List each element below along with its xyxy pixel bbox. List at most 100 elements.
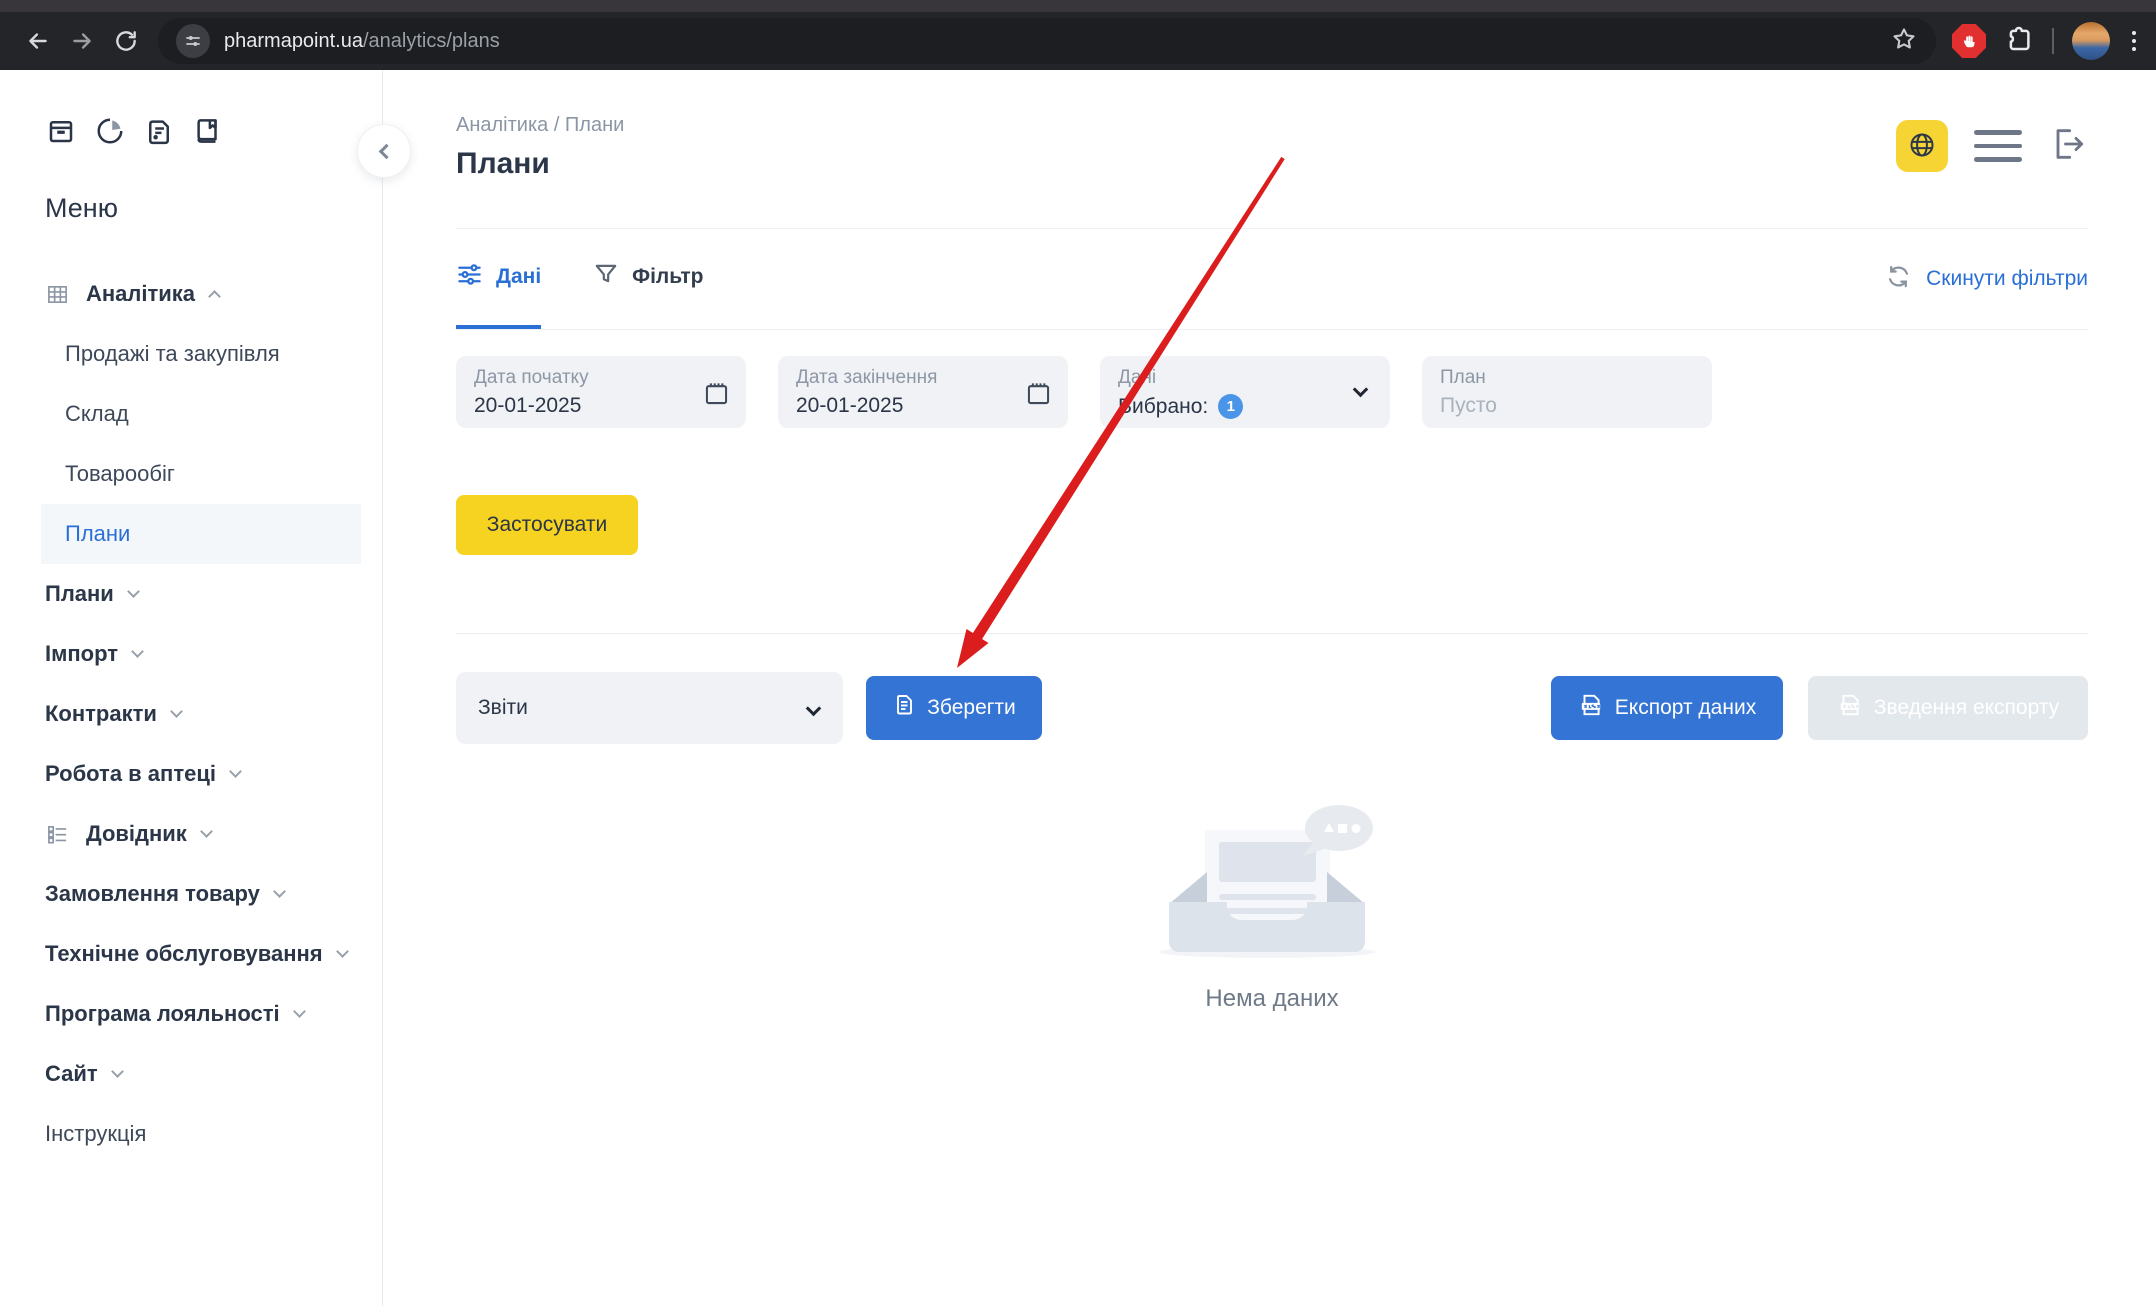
- profile-avatar[interactable]: [2072, 22, 2110, 60]
- chevron-down-icon: [273, 885, 286, 898]
- url-bar[interactable]: pharmapoint.ua/analytics/plans: [158, 18, 1936, 64]
- sidebar-item-turnover[interactable]: Товарообіг: [0, 444, 382, 504]
- sidebar-item-import[interactable]: Імпорт: [0, 624, 382, 684]
- save-button[interactable]: Зберегти: [866, 676, 1042, 740]
- sidebar-item-analytics[interactable]: Аналітика: [0, 264, 382, 324]
- sidebar-item-maintenance[interactable]: Технічне обслуговування: [0, 924, 382, 984]
- tab-label: Фільтр: [632, 265, 703, 289]
- sidebar-item-label: Товарообіг: [65, 461, 175, 487]
- sidebar-menu: Аналітика Продажі та закупівля Склад Тов…: [0, 264, 382, 1164]
- site-info-icon[interactable]: [176, 24, 210, 58]
- sidebar-item-instruction[interactable]: Інструкція: [0, 1104, 382, 1164]
- back-icon[interactable]: [16, 19, 60, 63]
- bookmark-star-icon[interactable]: [1890, 25, 1918, 58]
- sidebar-item-label: Плани: [45, 581, 114, 607]
- section-divider: [456, 633, 2088, 634]
- sidebar-item-label: Замовлення товару: [45, 881, 260, 907]
- breadcrumb: Аналітика / Плани: [456, 70, 2088, 137]
- reports-select-value: Звіти: [478, 696, 528, 720]
- sidebar-item-label: Аналітика: [86, 281, 195, 307]
- calendar-icon[interactable]: [1025, 380, 1052, 412]
- apply-button-label: Застосувати: [487, 513, 607, 537]
- empty-state-message: Нема даних: [1205, 985, 1338, 1013]
- sidebar-item-label: Сайт: [45, 1061, 98, 1087]
- reports-select[interactable]: Звіти: [456, 672, 843, 744]
- browser-menu-icon[interactable]: [2128, 27, 2140, 55]
- sidebar-item-label: Інструкція: [45, 1121, 146, 1147]
- reset-filters-label: Скинути фільтри: [1926, 267, 2088, 291]
- reset-filters-link[interactable]: Скинути фільтри: [1885, 263, 2088, 296]
- tab-data[interactable]: Дані: [456, 229, 541, 329]
- export-summary-label: Зведення експорту: [1874, 696, 2059, 720]
- page-header: Аналітика / Плани Плани: [456, 70, 2088, 229]
- field-placeholder: Пусто: [1440, 394, 1694, 418]
- browser-toolbar: pharmapoint.ua/analytics/plans: [0, 12, 2156, 70]
- export-button-label: Експорт даних: [1615, 696, 1756, 720]
- field-label: Дата початку: [474, 367, 728, 389]
- data-select-field[interactable]: Дані Вибрано: 1: [1100, 356, 1390, 428]
- extensions-puzzle-icon[interactable]: [2004, 24, 2034, 59]
- list-rows-icon: [45, 823, 69, 846]
- sidebar-item-warehouse[interactable]: Склад: [0, 384, 382, 444]
- logout-icon[interactable]: [2048, 124, 2088, 169]
- sidebar-item-directory[interactable]: Довідник: [0, 804, 382, 864]
- export-data-button[interactable]: Експорт даних: [1551, 676, 1783, 740]
- sidebar-item-label: Плани: [65, 521, 130, 547]
- sidebar-item-contracts[interactable]: Контракти: [0, 684, 382, 744]
- chevron-down-icon: [131, 645, 144, 658]
- toolbar-divider: [2052, 28, 2054, 54]
- field-label: План: [1440, 367, 1694, 389]
- chevron-down-icon: [127, 585, 140, 598]
- empty-state: Нема даних: [456, 802, 2088, 1013]
- sidebar-item-pharmacy-work[interactable]: Робота в аптеці: [0, 744, 382, 804]
- plan-field[interactable]: План Пусто: [1422, 356, 1712, 428]
- sidebar-item-label: Продажі та закупівля: [65, 341, 280, 367]
- sidebar-item-sales-purchases[interactable]: Продажі та закупівля: [0, 324, 382, 384]
- sidebar-item-site[interactable]: Сайт: [0, 1044, 382, 1104]
- field-value: Вибрано: 1: [1118, 394, 1372, 419]
- tab-label: Дані: [496, 265, 541, 289]
- chevron-down-icon: [111, 1065, 124, 1078]
- reload-icon[interactable]: [104, 19, 148, 63]
- sidebar: Меню Аналітика Продажі та закупівля Скла…: [0, 70, 383, 1306]
- no-data-illustration: [1147, 802, 1397, 965]
- sidebar-collapse-button[interactable]: [357, 124, 411, 178]
- sidebar-item-loyalty-program[interactable]: Програма лояльності: [0, 984, 382, 1044]
- save-button-label: Зберегти: [927, 696, 1016, 720]
- date-start-field[interactable]: Дата початку 20-01-2025: [456, 356, 746, 428]
- url-path: /analytics/plans: [363, 30, 500, 52]
- hamburger-menu-icon[interactable]: [1974, 130, 2022, 162]
- browser-chrome: pharmapoint.ua/analytics/plans: [0, 0, 2156, 70]
- adblock-extension-icon[interactable]: [1952, 24, 1986, 58]
- pie-chart-icon[interactable]: [94, 115, 126, 147]
- book-icon[interactable]: [192, 115, 224, 147]
- sliders-icon: [456, 261, 483, 294]
- calendar-icon[interactable]: [703, 380, 730, 412]
- sidebar-item-plans-section[interactable]: Плани: [0, 564, 382, 624]
- tab-filter[interactable]: Фільтр: [593, 229, 703, 329]
- chevron-down-icon: [170, 705, 183, 718]
- sidebar-item-label: Робота в аптеці: [45, 761, 216, 787]
- sidebar-item-plans-active[interactable]: Плани: [41, 504, 361, 564]
- sidebar-item-label: Імпорт: [45, 641, 118, 667]
- chevron-down-icon: [336, 945, 349, 958]
- language-globe-button[interactable]: [1896, 120, 1948, 172]
- report-document-icon[interactable]: [143, 115, 175, 147]
- archive-box-icon[interactable]: [45, 115, 77, 147]
- xlsx-file-icon: [1578, 692, 1604, 724]
- forward-icon[interactable]: [60, 19, 104, 63]
- main-content: Аналітика / Плани Плани Дані: [383, 70, 2156, 1306]
- chevron-up-icon: [208, 290, 221, 303]
- apply-button[interactable]: Застосувати: [456, 495, 638, 555]
- xlsx-file-icon: [1837, 692, 1863, 724]
- field-label: Дата закінчення: [796, 367, 1050, 389]
- field-value: 20-01-2025: [474, 394, 728, 418]
- save-document-icon: [892, 693, 916, 723]
- menu-title: Меню: [45, 193, 382, 224]
- refresh-icon: [1885, 263, 1912, 296]
- date-end-field[interactable]: Дата закінчення 20-01-2025: [778, 356, 1068, 428]
- sidebar-item-product-orders[interactable]: Замовлення товару: [0, 864, 382, 924]
- selected-count-badge: 1: [1218, 394, 1243, 419]
- sidebar-item-label: Склад: [65, 401, 129, 427]
- sidebar-item-label: Програма лояльності: [45, 1001, 280, 1027]
